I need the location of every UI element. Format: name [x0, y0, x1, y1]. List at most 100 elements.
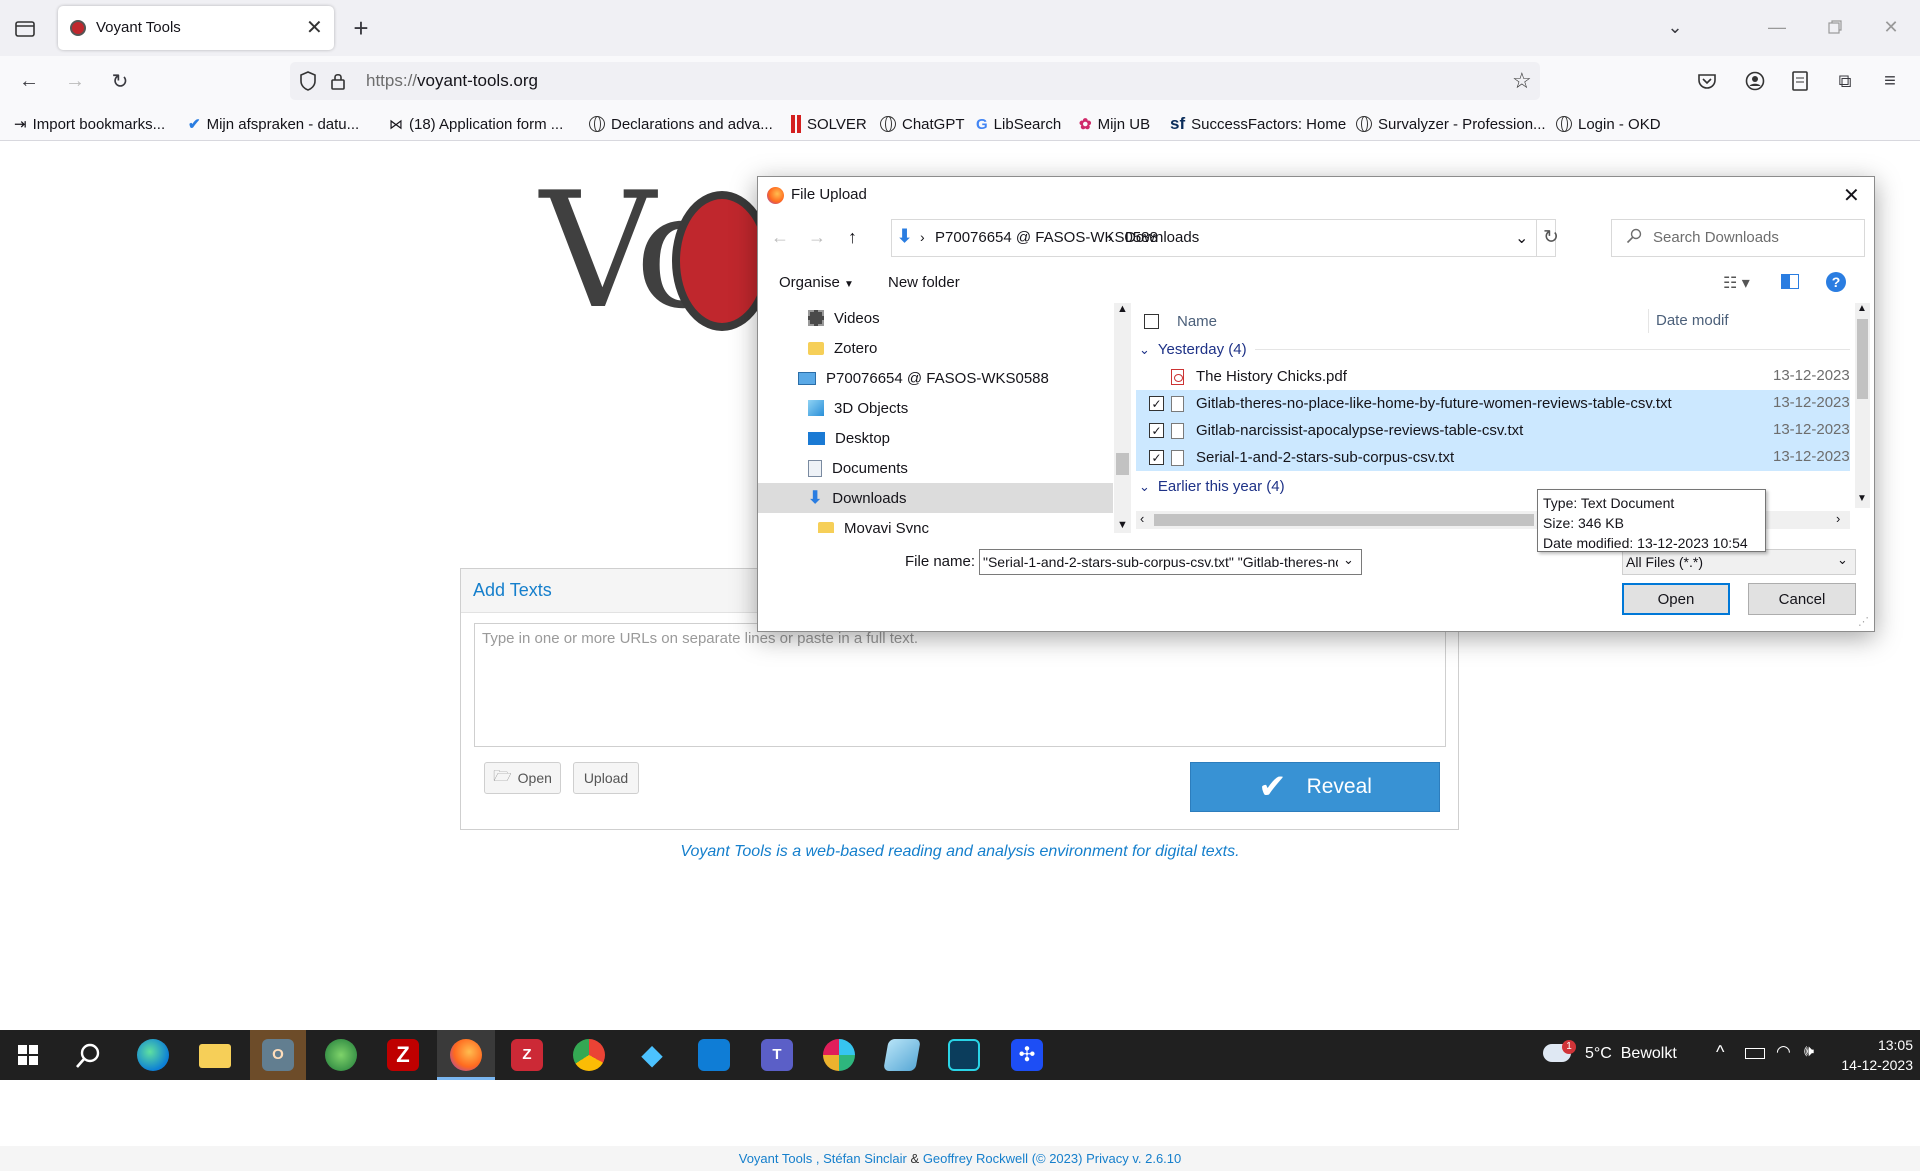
chevron-down-icon[interactable]: ⌄ — [1343, 552, 1354, 568]
tab-list-icon[interactable] — [10, 13, 40, 43]
organise-menu[interactable]: Organise ▼ — [779, 274, 854, 291]
windows-start-icon[interactable] — [18, 1045, 38, 1065]
tracking-shield-icon[interactable] — [299, 71, 317, 95]
lock-icon[interactable] — [330, 71, 346, 95]
texts-input[interactable]: Type in one or more URLs on separate lin… — [474, 623, 1446, 747]
new-tab-icon[interactable]: + — [346, 13, 376, 43]
slack-icon[interactable] — [823, 1039, 855, 1071]
account-icon[interactable] — [1740, 66, 1770, 96]
notepad-icon[interactable] — [883, 1039, 921, 1071]
file-row[interactable]: ✓ Gitlab-narcissist-apocalypse-reviews-t… — [1136, 417, 1850, 444]
scroll-thumb[interactable] — [1116, 453, 1129, 475]
resize-grip-icon[interactable]: ⋰ — [1858, 615, 1869, 628]
file-checkbox[interactable]: ✓ — [1149, 423, 1164, 438]
clock[interactable]: 13:05 14-12-2023 — [1833, 1035, 1913, 1075]
filezilla-icon[interactable]: Z — [387, 1039, 419, 1071]
footer-app-link[interactable]: Voyant Tools — [739, 1151, 812, 1166]
weather-text[interactable]: 5°C Bewolkt — [1585, 1045, 1677, 1063]
breadcrumb-downloads[interactable]: Downloads — [1125, 229, 1199, 246]
dialog-close-icon[interactable]: ✕ — [1843, 183, 1860, 208]
h-scroll-thumb[interactable] — [1154, 514, 1534, 526]
address-bar[interactable]: ⬇ › P70076654 @ FASOS-WKS0588 › Download… — [891, 219, 1559, 257]
file-row[interactable]: ✓ Serial-1-and-2-stars-sub-corpus-csv.tx… — [1136, 444, 1850, 471]
remote-app-icon[interactable]: ✣ — [1011, 1039, 1043, 1071]
bookmark-successfactors[interactable]: sf SuccessFactors: Home — [1170, 114, 1346, 134]
bookmark-mijn-afspraken[interactable]: ✔ Mijn afspraken - datu... — [188, 114, 359, 134]
bookmark-solver[interactable]: SOLVER — [791, 114, 867, 134]
bookmark-application-form[interactable]: ⋈ (18) Application form ... — [389, 114, 563, 134]
reload-icon[interactable]: ↻ — [105, 66, 135, 96]
file-row[interactable]: ✓ Gitlab-theres-no-place-like-home-by-fu… — [1136, 390, 1850, 417]
search-icon[interactable] — [74, 1042, 102, 1074]
menu-icon[interactable]: ≡ — [1875, 66, 1905, 96]
close-tab-icon[interactable]: ✕ — [306, 15, 323, 40]
list-all-tabs-icon[interactable]: ⌄ — [1660, 12, 1690, 42]
calculator-app-icon[interactable] — [698, 1039, 730, 1071]
close-window-icon[interactable]: ✕ — [1876, 12, 1906, 42]
firefox-icon[interactable] — [450, 1039, 482, 1071]
reader-view-icon[interactable] — [1785, 66, 1815, 96]
refresh-icon[interactable]: ↻ — [1543, 226, 1559, 249]
footer-privacy-link[interactable]: Privacy — [1086, 1151, 1129, 1166]
new-folder-button[interactable]: New folder — [888, 274, 960, 291]
bookmark-star-icon[interactable]: ☆ — [1512, 68, 1532, 94]
file-checkbox[interactable]: ✓ — [1149, 450, 1164, 465]
bookmark-mijn-ub[interactable]: ✿ Mijn UB — [1079, 114, 1150, 134]
file-checkbox[interactable]: ✓ — [1149, 396, 1164, 411]
nav-item-documents[interactable]: Documents — [758, 453, 1114, 483]
help-icon[interactable]: ? — [1826, 272, 1846, 292]
open-file-button[interactable]: Open — [1622, 583, 1730, 615]
battery-icon[interactable] — [1745, 1048, 1765, 1059]
volume-icon[interactable]: 🕪 — [1804, 1043, 1814, 1061]
navpane-scrollbar[interactable]: ▲ ▼ — [1114, 303, 1131, 533]
bookmark-declarations[interactable]: Declarations and adva... — [589, 114, 773, 134]
filelist-scrollbar[interactable]: ▲ ▼ — [1855, 303, 1870, 508]
nav-item-3d-objects[interactable]: 3D Objects — [758, 393, 1114, 423]
preview-pane-icon[interactable] — [1781, 274, 1799, 289]
nav-item-zotero[interactable]: Zotero — [758, 333, 1114, 363]
terminal-app-icon[interactable] — [948, 1039, 980, 1071]
wifi-icon[interactable]: ◠ — [1776, 1042, 1791, 1062]
cancel-button[interactable]: Cancel — [1748, 583, 1856, 615]
app-diamond-icon[interactable]: ◆ — [636, 1039, 668, 1071]
dialog-forward-icon[interactable]: → — [808, 227, 826, 248]
scroll-thumb[interactable] — [1857, 319, 1868, 399]
nav-item-movavi-sync[interactable]: Movavi Sync — [758, 513, 1114, 533]
extensions-icon[interactable]: ⧉ — [1830, 66, 1860, 96]
address-dropdown-icon[interactable]: ⌄ — [1515, 228, 1528, 248]
column-name[interactable]: Name — [1177, 313, 1217, 330]
file-row[interactable]: The History Chicks.pdf 13-12-2023 — [1136, 363, 1850, 390]
group-header-yesterday[interactable]: ⌄ Yesterday (4) — [1136, 336, 1850, 363]
scroll-left-icon[interactable]: ‹ — [1140, 511, 1144, 526]
nav-item-videos[interactable]: Videos — [758, 303, 1114, 333]
filename-input[interactable]: "Serial-1-and-2-stars-sub-corpus-csv.txt… — [979, 549, 1362, 575]
nav-item-this-pc[interactable]: P70076654 @ FASOS-WKS0588 — [758, 363, 1114, 393]
scroll-down-icon[interactable]: ▼ — [1857, 493, 1867, 504]
back-icon[interactable]: ← — [14, 66, 44, 96]
edge-icon[interactable] — [137, 1039, 169, 1071]
column-date[interactable]: Date modif — [1656, 312, 1729, 329]
bookmark-chatgpt[interactable]: ChatGPT — [880, 114, 965, 134]
restore-icon[interactable] — [1820, 12, 1850, 42]
dialog-up-icon[interactable]: ↑ — [848, 227, 857, 248]
scroll-right-icon[interactable]: › — [1836, 511, 1840, 526]
nav-item-desktop[interactable]: Desktop — [758, 423, 1114, 453]
forward-icon[interactable]: → — [60, 66, 90, 96]
tab-voyant-tools[interactable]: Voyant Tools ✕ — [58, 6, 334, 50]
show-hidden-icons-icon[interactable]: ^ — [1716, 1042, 1724, 1063]
view-options-icon[interactable]: ☷ ▾ — [1723, 273, 1750, 293]
file-explorer-icon[interactable] — [199, 1044, 231, 1068]
nav-item-downloads[interactable]: ⬇ Downloads — [758, 483, 1113, 513]
minimize-icon[interactable]: — — [1762, 12, 1792, 42]
scroll-down-icon[interactable]: ▼ — [1117, 519, 1128, 531]
scroll-up-icon[interactable]: ▲ — [1117, 303, 1128, 315]
footer-author1-link[interactable]: Stéfan Sinclair — [823, 1151, 907, 1166]
footer-author2-link[interactable]: Geoffrey Rockwell — [923, 1151, 1028, 1166]
bookmark-libsearch[interactable]: G LibSearch — [976, 114, 1061, 134]
teams-icon[interactable]: T — [761, 1039, 793, 1071]
dialog-back-icon[interactable]: ← — [771, 227, 789, 248]
bookmark-survalyzer[interactable]: Survalyzer - Profession... — [1356, 114, 1546, 134]
reveal-button[interactable]: ✔ Reveal — [1190, 762, 1440, 812]
upload-button[interactable]: Upload — [573, 762, 639, 794]
pocket-icon[interactable] — [1692, 66, 1722, 96]
